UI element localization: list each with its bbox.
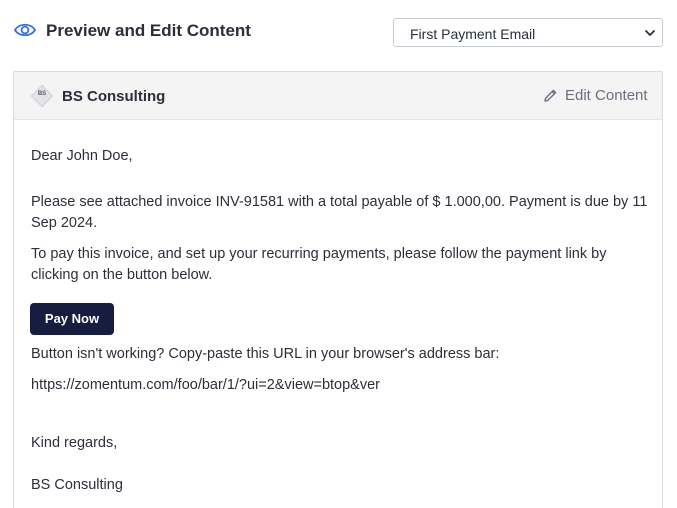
- email-paragraph-invoice: Please see attached invoice INV-91581 wi…: [31, 194, 648, 231]
- company-logo: BS: [30, 84, 54, 108]
- edit-content-button[interactable]: Edit Content: [543, 87, 648, 105]
- chevron-down-icon: [645, 30, 655, 36]
- pay-now-button[interactable]: Pay Now: [30, 303, 114, 335]
- payment-url[interactable]: https://zomentum.com/foo/bar/1/?ui=2&vie…: [31, 375, 380, 396]
- email-paragraph-instructions: To pay this invoice, and set up your rec…: [31, 246, 607, 283]
- email-closing: Kind regards,: [31, 435, 118, 451]
- email-preview-card: BS BS Consulting Edit Content Dear John …: [13, 71, 663, 508]
- eye-icon: [14, 23, 36, 37]
- template-select[interactable]: First Payment Email: [393, 18, 663, 47]
- template-select-value: First Payment Email: [410, 26, 536, 42]
- page-title: Preview and Edit Content: [46, 21, 251, 40]
- pencil-icon: [544, 89, 557, 102]
- fallback-hint: Button isn't working? Copy-paste this UR…: [31, 346, 500, 362]
- card-header: BS BS Consulting Edit Content: [14, 72, 662, 120]
- email-greeting: Dear John Doe,: [31, 148, 133, 164]
- edit-content-label: Edit Content: [565, 87, 648, 104]
- email-signature: BS Consulting: [31, 477, 123, 493]
- company-name: BS Consulting: [62, 88, 166, 105]
